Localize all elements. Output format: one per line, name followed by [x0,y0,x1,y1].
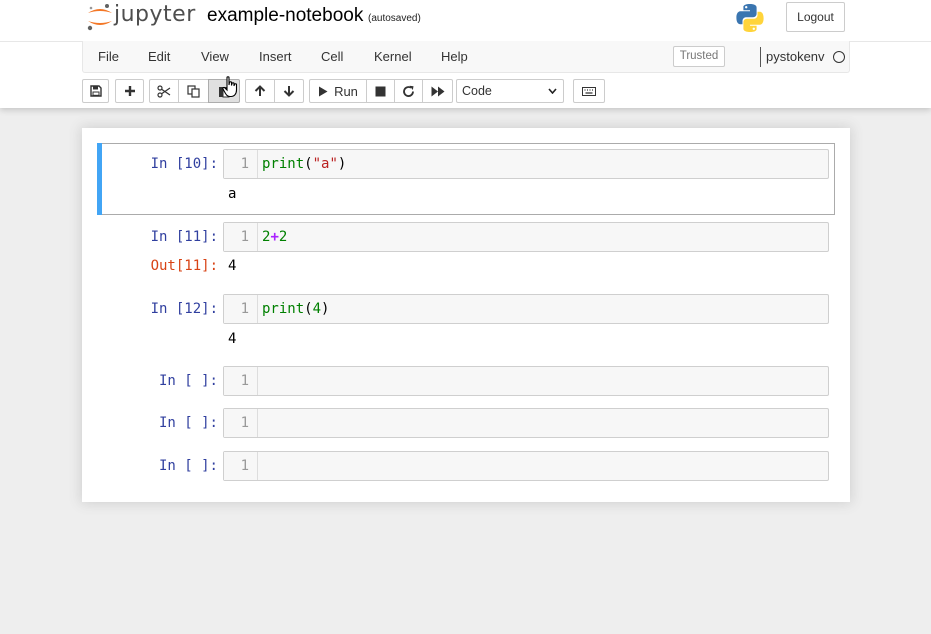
code-input[interactable]: 1 print(4) [223,294,829,324]
code-text: print("a") [262,156,347,172]
notebook-container: In [10]: 1 print("a") a In [11]: 1 2+2 O… [82,128,850,502]
code-input[interactable]: 1 [223,366,829,396]
interrupt-button[interactable] [366,79,395,103]
copy-button[interactable] [178,79,209,103]
logo-text: jupyter [114,2,196,27]
cell-output: a [228,186,237,202]
logout-button[interactable]: Logout [786,2,845,32]
restart-icon [403,85,414,97]
selected-cell-indicator [97,143,102,215]
kernel-idle-indicator [833,51,845,63]
run-button[interactable]: Run [309,79,367,103]
input-prompt: In [ ]: [158,373,218,389]
cell-type-select[interactable]: Code [456,79,564,103]
code-cell-empty[interactable]: In [ ]: 1 [97,451,835,481]
python-logo-icon [736,4,764,32]
menubar: File Edit View Insert Cell Kernel Help T… [82,41,850,73]
menu-edit[interactable]: Edit [148,49,170,64]
copy-icon [187,84,200,98]
code-cell[interactable]: In [12]: 1 print(4) 4 [97,294,835,354]
output-prompt: Out[11]: [150,258,218,274]
save-button[interactable] [82,79,109,103]
menu-cell[interactable]: Cell [321,49,343,64]
code-cell-selected[interactable]: In [10]: 1 print("a") a [97,143,835,215]
move-up-button[interactable] [245,79,275,103]
move-down-button[interactable] [274,79,304,103]
restart-button[interactable] [394,79,423,103]
play-icon [319,86,328,96]
command-palette-button[interactable] [573,79,605,103]
code-input[interactable]: 1 [223,451,829,481]
cell-output: 4 [228,331,237,347]
trusted-indicator[interactable]: Trusted [673,46,725,67]
menu-kernel[interactable]: Kernel [374,49,412,64]
line-number: 1 [224,223,258,251]
cell-output: 4 [228,258,237,274]
header-top: jupyter example-notebook (autosaved) Log… [0,0,931,42]
line-number: 1 [224,409,258,437]
cut-icon [157,84,171,98]
input-prompt: In [ ]: [158,415,218,431]
stop-icon [375,86,386,96]
code-text: print(4) [262,301,330,317]
code-text: 2+2 [262,229,288,245]
code-cell-empty[interactable]: In [ ]: 1 [97,408,835,438]
code-input[interactable]: 1 2+2 [223,222,829,252]
menu-view[interactable]: View [201,49,229,64]
cell-type-value: Code [462,84,492,98]
restart-run-all-button[interactable] [422,79,453,103]
menu-file[interactable]: File [98,49,119,64]
fast-forward-icon [431,86,444,96]
autosave-status: (autosaved) [368,13,421,24]
save-icon [89,85,102,97]
notebook-title[interactable]: example-notebook [207,5,363,27]
hand-cursor-icon [222,76,238,98]
insert-cell-button[interactable] [115,79,144,103]
input-prompt: In [11]: [150,229,218,245]
line-number: 1 [224,452,258,480]
arrow-up-icon [254,85,266,96]
arrow-down-icon [283,86,295,97]
code-input[interactable]: 1 [223,408,829,438]
menu-help[interactable]: Help [441,49,468,64]
run-label: Run [334,83,358,99]
input-prompt: In [12]: [150,301,218,317]
plus-icon [124,86,135,96]
jupyter-logo[interactable]: jupyter [86,2,196,32]
keyboard-icon [582,86,596,96]
header: jupyter example-notebook (autosaved) Log… [0,0,931,108]
jupyter-logo-icon [87,4,112,31]
kernel-separator [760,47,761,67]
menu-insert[interactable]: Insert [259,49,292,64]
line-number: 1 [224,295,258,323]
cut-button[interactable] [149,79,179,103]
chevron-down-icon [548,88,557,94]
line-number: 1 [224,150,258,178]
input-prompt: In [10]: [150,156,218,172]
kernel-name[interactable]: pystokenv [766,49,825,64]
code-input[interactable]: 1 print("a") [223,149,829,179]
code-cell[interactable]: In [11]: 1 2+2 Out[11]: 4 [97,222,835,282]
code-cell-empty[interactable]: In [ ]: 1 [97,366,835,396]
input-prompt: In [ ]: [158,458,218,474]
line-number: 1 [224,367,258,395]
